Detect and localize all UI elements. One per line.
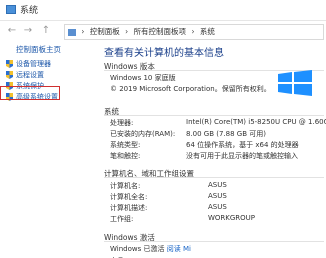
full-computer-name-label: 计算机全名: xyxy=(110,193,148,201)
copyright-text: © 2019 Microsoft Corporation。保留所有权利。 xyxy=(110,85,271,93)
sidebar-item-label: 远程设置 xyxy=(16,71,44,79)
system-type-value: 64 位操作系统，基于 x64 的处理器 xyxy=(186,141,299,149)
full-computer-name-value: ASUS xyxy=(208,192,227,200)
computer-name-label: 计算机名: xyxy=(110,182,141,190)
breadcrumb-separator: › xyxy=(125,27,129,36)
pen-touch-value: 没有可用于此显示器的笔或触控输入 xyxy=(186,152,298,160)
section-divider xyxy=(104,177,324,178)
section-divider xyxy=(104,241,324,242)
sidebar-item-label: 设备管理器 xyxy=(16,60,51,68)
computer-description-label: 计算机描述: xyxy=(110,204,148,212)
windows-edition: Windows 10 家庭版 xyxy=(110,74,176,82)
computer-name-value: ASUS xyxy=(208,181,227,189)
forward-arrow-icon[interactable]: → xyxy=(22,25,34,37)
address-bar[interactable]: › 控制面板 › 所有控制面板项 › 系统 xyxy=(64,24,324,40)
processor-label: 处理器: xyxy=(110,119,134,127)
title-bar: 系统 xyxy=(0,0,326,21)
shield-icon xyxy=(6,71,13,79)
breadcrumb-system[interactable]: 系统 xyxy=(200,27,215,36)
pen-touch-label: 笔和触控: xyxy=(110,152,141,160)
activation-status-text: Windows 已激活 xyxy=(110,245,165,253)
breadcrumb-all-items[interactable]: 所有控制面板项 xyxy=(134,27,187,36)
back-arrow-icon[interactable]: ← xyxy=(6,25,18,37)
ram-label: 已安装的内存(RAM): xyxy=(110,130,176,138)
breadcrumb-separator: › xyxy=(81,27,85,36)
workgroup-label: 工作组: xyxy=(110,215,134,223)
control-panel-icon xyxy=(68,28,76,36)
processor-value: Intel(R) Core(TM) i5-8250U CPU @ 1.60GHz… xyxy=(186,118,326,126)
ram-value: 8.00 GB (7.88 GB 可用) xyxy=(186,130,266,138)
navigation-bar: ← → ↑ › 控制面板 › 所有控制面板项 › 系统 xyxy=(0,21,326,43)
system-window: 系统 ← → ↑ › 控制面板 › 所有控制面板项 › 系统 控制面板主页 设备… xyxy=(0,0,326,258)
shield-icon xyxy=(6,60,13,68)
activation-status: Windows 已激活 阅读 Mi xyxy=(110,244,191,254)
up-arrow-icon[interactable]: ↑ xyxy=(40,25,52,37)
breadcrumb-control-panel[interactable]: 控制面板 xyxy=(90,27,120,36)
system-window-icon xyxy=(6,5,16,14)
main-content: 查看有关计算机的基本信息 Windows 版本 Windows 10 家庭版 ©… xyxy=(98,44,326,258)
window-title: 系统 xyxy=(20,6,39,16)
control-panel-home-link[interactable]: 控制面板主页 xyxy=(16,44,61,55)
workgroup-value: WORKGROUP xyxy=(208,214,256,222)
read-license-link[interactable]: 阅读 Mi xyxy=(167,245,191,253)
highlight-box xyxy=(0,86,60,100)
breadcrumb-separator: › xyxy=(191,27,195,36)
windows-logo-icon xyxy=(278,70,312,96)
system-type-label: 系统类型: xyxy=(110,141,141,149)
section-divider xyxy=(104,115,324,116)
page-title: 查看有关计算机的基本信息 xyxy=(104,48,224,59)
computer-description-value: ASUS xyxy=(208,203,227,211)
sidebar: 控制面板主页 设备管理器 远程设置 系统保护 高级系统设置 xyxy=(0,44,96,258)
